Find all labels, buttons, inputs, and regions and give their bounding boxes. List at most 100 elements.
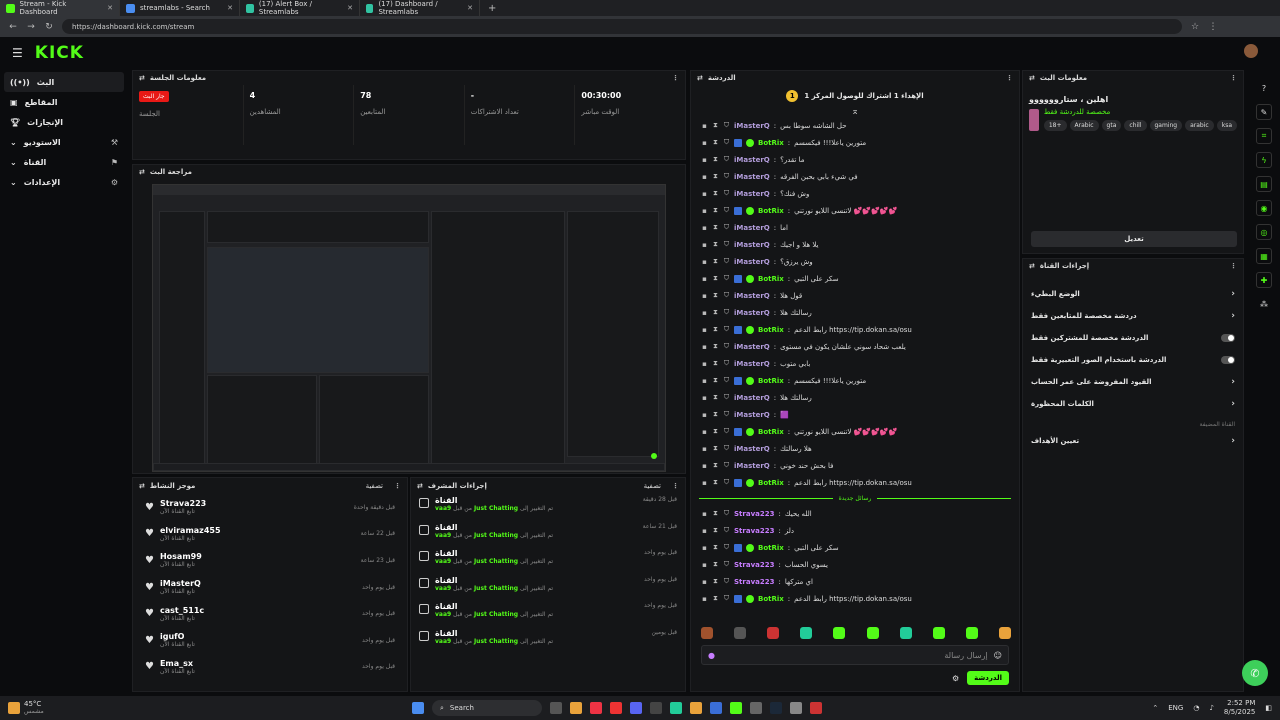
chat-message[interactable]: ▪ ⧗ ⛉ BotRix: متورين ياعلا!!! فيكسسم [691, 134, 1019, 151]
chat-input[interactable]: ● إرسال رسالة ☺ [701, 645, 1009, 665]
trash-icon[interactable]: ▪ [701, 241, 708, 249]
app-icon[interactable] [810, 702, 822, 714]
windows-start-icon[interactable] [412, 702, 424, 714]
list-item[interactable]: ♥ Hosam99 تابع القناة الآن قبل 23 ساعة [133, 547, 407, 574]
collapse-icon[interactable]: ⌅ [691, 107, 1019, 117]
chat-username[interactable]: BotRix [758, 479, 784, 487]
chat-bubble-icon[interactable]: ◉ [1256, 200, 1272, 216]
tag-chip[interactable]: gta [1101, 120, 1122, 131]
trash-icon[interactable]: ▪ [701, 343, 708, 351]
chat-message[interactable]: ▪ ⧗ ⛉ iMasterQ: اما [691, 219, 1019, 236]
clock[interactable]: 2:52 PM 8/5/2025 [1224, 699, 1255, 717]
timeout-icon[interactable]: ⧗ [712, 410, 719, 419]
extensions-icon[interactable]: ⋮ [1208, 22, 1218, 32]
star-icon[interactable]: ☆ [1190, 22, 1200, 32]
tab-kick-dashboard[interactable]: Stream - Kick Dashboard ✕ [0, 0, 120, 16]
chat-message[interactable]: ▪ ⧗ ⛉ iMasterQ: حل الشاشه سوطا بس [691, 117, 1019, 134]
app-icon[interactable] [650, 702, 662, 714]
tag-chip[interactable]: gaming [1149, 120, 1183, 131]
timeout-icon[interactable]: ⧗ [712, 240, 719, 249]
chat-message[interactable]: ▪ ⧗ ⛉ BotRix: رابط الدعم https://tip.dokan.s… [691, 321, 1019, 338]
bolt-icon[interactable]: ϟ [1256, 152, 1272, 168]
timeout-icon[interactable]: ⧗ [712, 509, 719, 518]
edit-button[interactable]: تعديل [1031, 231, 1237, 247]
more-icon[interactable]: ⋮ [672, 74, 679, 82]
back-icon[interactable]: ← [8, 22, 18, 32]
list-item[interactable]: ♥ igufO تابع القناة الآن قبل يوم واحد [133, 627, 407, 654]
emote-icon[interactable] [932, 627, 945, 639]
app-icon[interactable] [710, 702, 722, 714]
url-field[interactable]: https://dashboard.kick.com/stream [62, 19, 1182, 34]
more-icon[interactable]: ⋮ [1006, 74, 1013, 82]
sidebar-item-settings[interactable]: ⌄ الإعدادات ⚙ [0, 172, 128, 192]
kick-app-icon[interactable] [730, 702, 742, 714]
toggle-switch[interactable] [1221, 334, 1235, 342]
pencil-icon[interactable]: ✎ [1256, 104, 1272, 120]
trash-icon[interactable]: ▪ [701, 156, 708, 164]
timeout-icon[interactable]: ⧗ [712, 560, 719, 569]
document-icon[interactable]: ▤ [1256, 176, 1272, 192]
forward-icon[interactable]: → [26, 22, 36, 32]
more-icon[interactable]: ⋮ [394, 482, 401, 490]
layout-icon[interactable]: ▦ [1256, 248, 1272, 264]
timeout-icon[interactable]: ⧗ [712, 444, 719, 453]
chat-username[interactable]: iMasterQ [734, 411, 770, 419]
list-item[interactable]: القناة vaa9 من قبل Just Chatting تم التغي… [411, 600, 685, 627]
setting-item[interactable]: الكلمات المحظورة › [1023, 393, 1243, 415]
trash-icon[interactable]: ▪ [701, 207, 708, 215]
chevron-up-icon[interactable]: ⌃ [1152, 704, 1158, 712]
tag-chip[interactable]: arabic [1185, 120, 1214, 131]
chat-message[interactable]: ▪ ⧗ ⛉ iMasterQ: قول هلا [691, 287, 1019, 304]
chat-username[interactable]: BotRix [758, 207, 784, 215]
trash-icon[interactable]: ▪ [701, 309, 708, 317]
volume-icon[interactable]: ♪ [1209, 704, 1213, 712]
chat-username[interactable]: Strava223 [734, 510, 774, 518]
emote-icon[interactable] [965, 627, 978, 639]
list-item[interactable]: ♥ iMasterQ تابع القناة الآن قبل يوم واحد [133, 574, 407, 601]
list-item[interactable]: ♥ cast_511c تابع القناة الآن قبل يوم واحد [133, 600, 407, 627]
chat-message[interactable]: ▪ ⧗ ⛉ Strava223: يسوي الحساب [691, 556, 1019, 573]
timeout-icon[interactable]: ⧗ [712, 325, 719, 334]
trash-icon[interactable]: ▪ [701, 578, 708, 586]
chat-message[interactable]: ▪ ⧗ ⛉ iMasterQ: فا بحش حند خوني [691, 457, 1019, 474]
tab-streamlabs-dashboard[interactable]: (17) Dashboard / Streamlabs ✕ [360, 0, 480, 16]
trash-icon[interactable]: ▪ [701, 428, 708, 436]
filter-button[interactable]: تصفية [366, 482, 383, 490]
trash-icon[interactable]: ▪ [701, 326, 708, 334]
tag-chip[interactable]: ksa [1216, 120, 1237, 131]
trash-icon[interactable]: ▪ [701, 544, 708, 552]
broadcast-icon[interactable]: ◎ [1256, 224, 1272, 240]
emoji-icon[interactable]: ☺ [994, 651, 1002, 660]
chat-username[interactable]: iMasterQ [734, 343, 770, 351]
weather-icon[interactable] [8, 702, 20, 714]
sidebar-item-studio[interactable]: ⌄ الاستوديو ⚒ [0, 132, 128, 152]
menu-icon[interactable]: ☰ [12, 46, 23, 60]
chat-message[interactable]: ▪ ⧗ ⛉ iMasterQ: 🟪 [691, 406, 1019, 423]
chat-message[interactable]: ▪ ⧗ ⛉ iMasterQ: رسالتك هلا [691, 304, 1019, 321]
chat-message[interactable]: ▪ ⧗ ⛉ iMasterQ: يلعب شحاد سوني علشان يكون في… [691, 338, 1019, 355]
timeout-icon[interactable]: ⧗ [712, 543, 719, 552]
sidebar-item-clips[interactable]: ▣ المقاطع [0, 92, 128, 112]
chat-message[interactable]: ▪ ⧗ ⛉ iMasterQ: بابي متوب [691, 355, 1019, 372]
trash-icon[interactable]: ▪ [701, 510, 708, 518]
chat-username[interactable]: iMasterQ [734, 445, 770, 453]
sidebar-item-channel[interactable]: ⌄ القناة ⚑ [0, 152, 128, 172]
list-item[interactable]: ♥ Strava223 تابع القناة الآن قبل دقيقة واحد… [133, 494, 407, 521]
trash-icon[interactable]: ▪ [701, 292, 708, 300]
setting-item[interactable]: الوضع البطيء › [1023, 283, 1243, 305]
chat-username[interactable]: BotRix [758, 595, 784, 603]
file-explorer-icon[interactable] [570, 702, 582, 714]
trash-icon[interactable]: ▪ [701, 360, 708, 368]
timeout-icon[interactable]: ⧗ [712, 291, 719, 300]
list-item[interactable]: القناة vaa9 من قبل Just Chatting تم التغي… [411, 521, 685, 548]
chat-message[interactable]: ▪ ⧗ ⛉ BotRix: سكر على التبي [691, 270, 1019, 287]
chat-message[interactable]: ▪ ⧗ ⛉ iMasterQ: يلا هلا و اجيك [691, 236, 1019, 253]
steam-icon[interactable] [770, 702, 782, 714]
timeout-icon[interactable]: ⧗ [712, 461, 719, 470]
setting-item[interactable]: الدردشة مخصصة للمشتركين فقط [1023, 327, 1243, 349]
list-item[interactable]: القناة vaa9 من قبل Just Chatting تم التغي… [411, 494, 685, 521]
chat-message[interactable]: ▪ ⧗ ⛉ BotRix: متورين ياعلا!!! فيكسسم [691, 372, 1019, 389]
timeout-icon[interactable]: ⧗ [712, 359, 719, 368]
task-view-icon[interactable] [550, 702, 562, 714]
emote-icon[interactable] [767, 627, 780, 639]
